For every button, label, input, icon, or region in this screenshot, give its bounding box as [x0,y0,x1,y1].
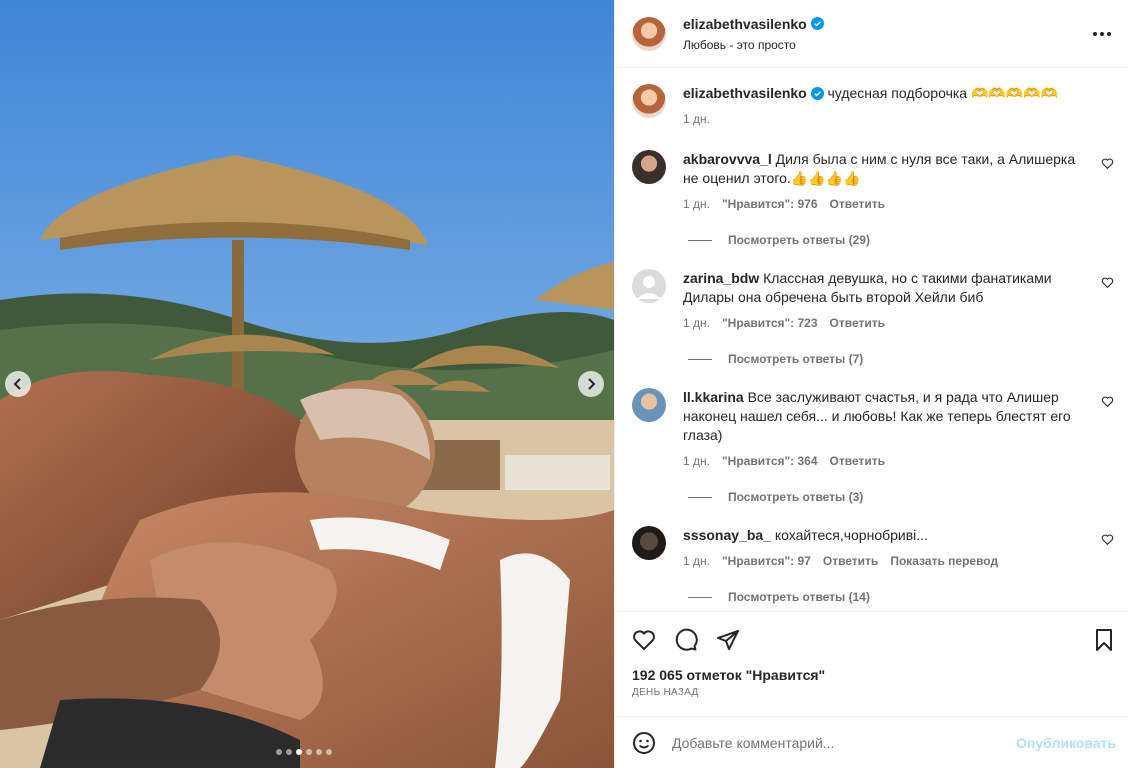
heart-icon[interactable] [632,628,656,652]
comment-time[interactable]: 1 дн. [683,316,710,330]
slide-dot [316,749,322,755]
post-dialog: elizabethvasilenko Любовь - это просто e… [0,0,1128,768]
add-comment-bar: Опубликовать [615,716,1128,768]
comment: zarina_bdw Классная девушка, но с такими… [632,269,1114,330]
bookmark-icon[interactable] [1092,628,1116,652]
view-replies-label: Посмотреть ответы (29) [728,233,870,247]
view-replies-button[interactable]: Посмотреть ответы (3) [688,490,1114,504]
commenter-avatar[interactable] [632,388,666,422]
verified-icon [810,17,824,30]
caption-time[interactable]: 1 дн. [683,112,710,126]
comment-likes[interactable]: "Нравится": 97 [722,554,811,568]
comment-username[interactable]: sssonay_ba_ [683,527,771,543]
slide-dot [326,749,332,755]
verified-icon [810,87,824,100]
reply-button[interactable]: Ответить [830,197,885,211]
commenter-avatar[interactable] [632,150,666,184]
comment: sssonay_ba_ кохайтеся,чорнобриві... 1 дн… [632,526,1114,568]
reply-button[interactable]: Ответить [823,554,878,568]
comment-time[interactable]: 1 дн. [683,554,710,568]
comment-likes[interactable]: "Нравится": 723 [722,316,818,330]
more-options-button[interactable] [1090,22,1114,46]
comment-icon[interactable] [674,628,698,652]
heart-icon[interactable] [1101,157,1114,170]
chevron-right-icon [588,378,596,390]
more-icon [1093,31,1111,36]
comments-list[interactable]: elizabethvasilenko чудесная подборочка 🫶… [615,68,1128,611]
emoji-icon[interactable] [632,731,656,755]
post-location[interactable]: Любовь - это просто [683,38,1090,52]
slide-dot-active [296,749,302,755]
next-slide-button[interactable] [578,371,604,397]
commenter-avatar[interactable] [632,526,666,560]
post-actions [615,611,1128,667]
post-caption: elizabethvasilenko чудесная подборочка 🫶… [632,84,1114,150]
post-sidebar: elizabethvasilenko Любовь - это просто e… [614,0,1128,768]
author-username[interactable]: elizabethvasilenko [683,16,807,32]
caption-text: чудесная подборочка 🫶🫶🫶🫶🫶 [827,85,1059,101]
comment-text: кохайтеся,чорнобриві... [774,527,928,543]
previous-slide-button[interactable] [5,371,31,397]
default-avatar-icon [637,276,661,299]
post-time[interactable]: День назад [615,683,1128,698]
reply-button[interactable]: Ответить [830,316,885,330]
translate-button[interactable]: Показать перевод [890,554,998,568]
heart-icon[interactable] [1101,533,1114,546]
post-header: elizabethvasilenko Любовь - это просто [615,0,1128,68]
comment-time[interactable]: 1 дн. [683,454,710,468]
view-replies-button[interactable]: Посмотреть ответы (29) [688,233,1114,247]
caption-username[interactable]: elizabethvasilenko [683,85,807,101]
slide-indicator [276,749,332,755]
slide-dot [276,749,282,755]
author-username-row[interactable]: elizabethvasilenko [683,16,824,32]
chevron-left-icon [13,378,21,390]
heart-icon[interactable] [1101,276,1114,289]
comment-likes[interactable]: "Нравится": 976 [722,197,818,211]
view-replies-button[interactable]: Посмотреть ответы (7) [688,352,1114,366]
view-replies-label: Посмотреть ответы (3) [728,490,864,504]
comment: akbarovvva_l Диля была с ним с нуля все … [632,150,1114,211]
view-replies-label: Посмотреть ответы (14) [728,590,870,604]
comment-username[interactable]: ll.kkarina [683,389,744,405]
comment-username[interactable]: zarina_bdw [683,270,759,286]
likes-count[interactable]: 192 065 отметок "Нравится" [615,667,1128,683]
comment-likes[interactable]: "Нравится": 364 [722,454,818,468]
comment: ll.kkarina Все заслуживают счастья, и я … [632,388,1114,468]
caption-text-block: elizabethvasilenko чудесная подборочка 🫶… [683,84,1093,103]
view-replies-button[interactable]: Посмотреть ответы (14) [688,590,1114,604]
author-avatar[interactable] [632,16,666,51]
slide-dot [286,749,292,755]
heart-icon[interactable] [1101,395,1114,408]
author-avatar[interactable] [632,84,666,118]
view-replies-label: Посмотреть ответы (7) [728,352,864,366]
beach-photo [0,0,614,768]
slide-dot [306,749,312,755]
reply-button[interactable]: Ответить [830,454,885,468]
publish-button[interactable]: Опубликовать [1016,735,1116,751]
share-icon[interactable] [716,628,740,652]
post-media[interactable] [0,0,614,768]
commenter-avatar[interactable] [632,269,666,303]
comment-input[interactable] [672,734,1017,751]
comment-username[interactable]: akbarovvva_l [683,151,772,167]
comment-time[interactable]: 1 дн. [683,197,710,211]
